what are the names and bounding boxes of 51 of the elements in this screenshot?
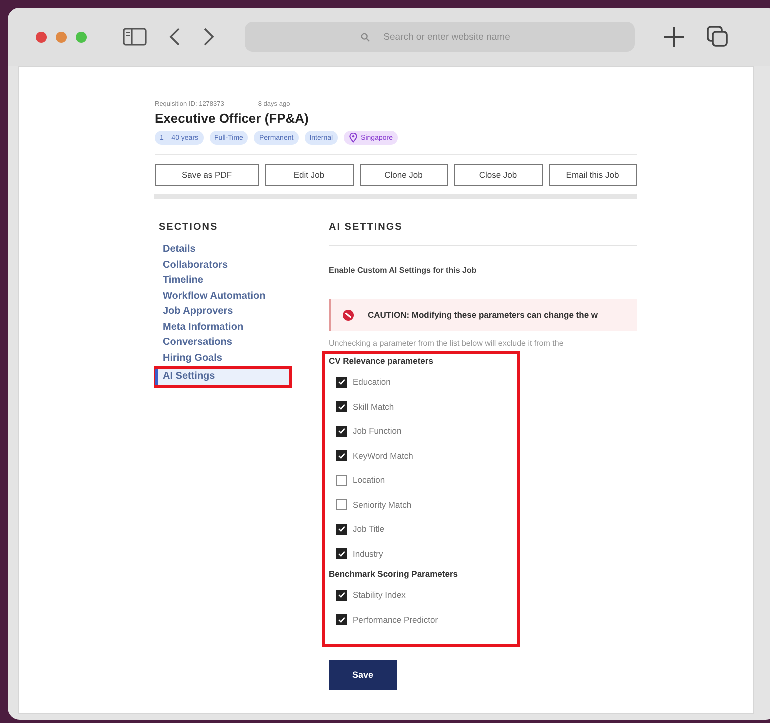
section-link[interactable]: Details	[159, 242, 329, 258]
checkbox-label: KeyWord Match	[353, 450, 414, 461]
checkbox[interactable]	[336, 401, 347, 412]
section-link[interactable]: Conversations	[159, 335, 329, 350]
checkbox[interactable]	[336, 450, 347, 462]
checkbox-label: Stability Index	[353, 590, 406, 600]
location-pin-icon	[349, 133, 358, 143]
save-button[interactable]: Save	[329, 660, 397, 690]
ai-settings-heading: AI SETTINGS	[329, 222, 404, 233]
action-button[interactable]: Edit Job	[265, 164, 354, 186]
checkbox[interactable]	[336, 376, 347, 388]
enable-custom-label: Enable Custom AI Settings for this Job	[329, 266, 478, 275]
checkbox[interactable]	[336, 548, 347, 560]
checkbox[interactable]	[336, 499, 347, 510]
checkbox-label: Skill Match	[353, 402, 394, 412]
checkbox-label: Performance Predictor	[353, 614, 438, 625]
checkbox[interactable]	[336, 474, 347, 486]
section-link[interactable]: Timeline	[159, 273, 329, 288]
section-link[interactable]: Hiring Goals	[159, 350, 329, 366]
checkbox-label: Seniority Match	[353, 500, 412, 510]
checkbox[interactable]	[336, 426, 347, 437]
checkbox-label: Education	[353, 377, 391, 388]
note-text: Unchecking a parameter from the list below will exclude it from the	[329, 339, 565, 348]
job-title: Executive Officer (FP&A)	[155, 111, 310, 126]
section-link[interactable]: Workflow Automation	[159, 288, 329, 304]
action-button[interactable]: Email this Job	[548, 164, 637, 186]
tabs-icon[interactable]	[707, 26, 729, 48]
checkbox-label: Job Function	[353, 426, 402, 436]
group-heading: CV Relevance parameters	[329, 356, 434, 366]
back-icon[interactable]	[169, 27, 181, 47]
section-link[interactable]: Collaborators	[159, 258, 329, 273]
sections-heading: SECTIONS	[159, 222, 220, 233]
section-link[interactable]: Job Approvers	[159, 304, 329, 320]
section-link[interactable]: Meta Information	[159, 320, 329, 335]
caution-text: CAUTION: Modifying these parameters can change the w	[368, 310, 598, 320]
checkbox[interactable]	[336, 614, 347, 626]
forward-icon[interactable]	[203, 27, 215, 47]
plus-icon[interactable]	[663, 26, 685, 48]
address-field[interactable]: Search or enter website name	[245, 22, 635, 52]
action-button[interactable]: Clone Job	[360, 164, 448, 186]
checkbox-label: Industry	[353, 548, 384, 559]
sidebar-icon[interactable]	[123, 28, 147, 46]
checkbox-label: Location	[353, 475, 386, 486]
checkbox[interactable]	[336, 524, 347, 535]
prohibited-icon	[343, 310, 354, 320]
checkbox-label: Job Title	[353, 524, 385, 534]
checkbox[interactable]	[336, 590, 347, 601]
action-button[interactable]: Save as PDF	[155, 164, 259, 186]
close-button[interactable]	[36, 32, 47, 42]
group-heading: Benchmark Scoring Parameters	[329, 569, 459, 579]
action-button[interactable]: Close Job	[454, 164, 542, 186]
